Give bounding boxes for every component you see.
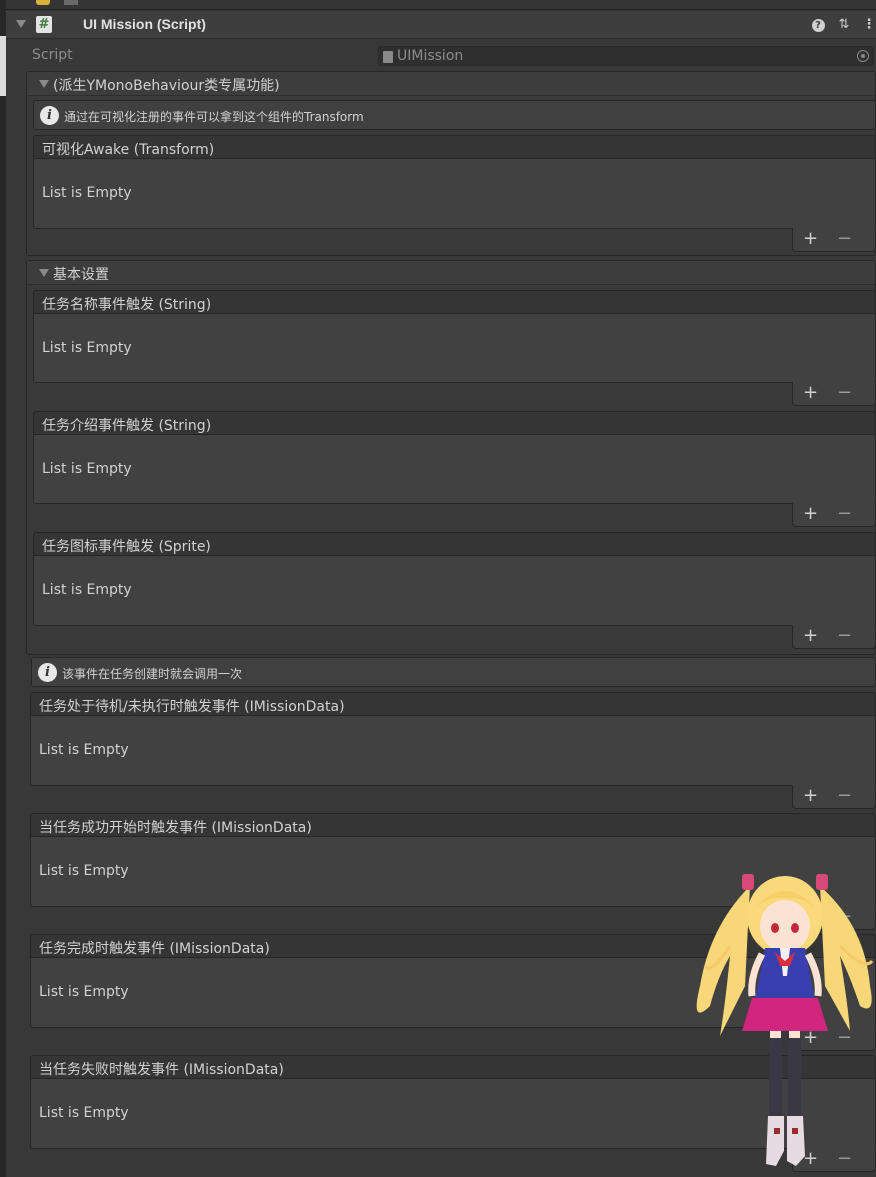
previous-component-strip (6, 0, 876, 10)
help-icon[interactable]: ? (810, 17, 826, 33)
event-list-header: 任务介绍事件触发 (String) (33, 411, 876, 435)
event-list-header: 任务完成时触发事件 (IMissionData) (30, 934, 876, 958)
foldout-arrow-icon[interactable] (16, 20, 26, 28)
help-text: 通过在可视化注册的事件可以拿到这个组件的Transform (64, 110, 364, 124)
empty-list-text: List is Empty (39, 1105, 129, 1121)
empty-list-text: List is Empty (42, 582, 132, 598)
info-icon: i (38, 663, 57, 682)
event-list-body: List is Empty (30, 1079, 876, 1149)
add-item-button[interactable]: + (803, 503, 818, 524)
script-file-icon (383, 51, 393, 63)
component-icon (36, 0, 50, 5)
empty-list-text: List is Empty (42, 461, 132, 477)
empty-list-text: List is Empty (39, 742, 129, 758)
group-ymonobehaviour: (派生YMonoBehaviour类专属功能) i 通过在可视化注册的事件可以拿… (26, 71, 876, 256)
add-item-button[interactable]: + (803, 906, 818, 927)
event-title: 当任务成功开始时触发事件 (IMissionData) (39, 820, 312, 836)
event-list-footer: + − (792, 906, 876, 930)
script-field-row: Script UIMission (26, 45, 876, 67)
event-list-body: List is Empty (30, 958, 876, 1028)
event-list-header: 当任务失败时触发事件 (IMissionData) (30, 1055, 876, 1079)
event-list-header: 任务处于待机/未执行时触发事件 (IMissionData) (30, 692, 876, 716)
group-title: (派生YMonoBehaviour类专属功能) (53, 78, 280, 94)
info-icon: i (40, 106, 59, 125)
remove-item-button[interactable]: − (837, 228, 852, 249)
event-list-footer: + − (792, 1027, 876, 1051)
foldout-arrow-icon[interactable] (39, 269, 49, 277)
event-list-body: List is Empty (33, 159, 876, 229)
empty-list-text: List is Empty (39, 863, 129, 879)
event-list-header: 任务名称事件触发 (String) (33, 290, 876, 314)
add-item-button[interactable]: + (803, 1148, 818, 1169)
event-title: 任务处于待机/未执行时触发事件 (IMissionData) (39, 699, 345, 715)
add-item-button[interactable]: + (803, 625, 818, 646)
add-item-button[interactable]: + (803, 1027, 818, 1048)
component-toggle (64, 0, 78, 5)
help-box: i 通过在可视化注册的事件可以拿到这个组件的Transform (33, 100, 876, 130)
event-list-header: 可视化Awake (Transform) (33, 135, 876, 159)
add-item-button[interactable]: + (803, 228, 818, 249)
remove-item-button[interactable]: − (837, 382, 852, 403)
add-item-button[interactable]: + (803, 785, 818, 806)
component-header[interactable]: # UI Mission (Script) ? ⇅ ⋮ (6, 11, 876, 39)
event-list-footer: + − (792, 382, 876, 406)
object-picker-icon[interactable] (857, 50, 869, 62)
foldout-arrow-icon[interactable] (39, 80, 49, 88)
group-title: 基本设置 (53, 267, 109, 283)
remove-item-button[interactable]: − (837, 625, 852, 646)
script-label: Script (32, 47, 73, 63)
event-list-footer: + − (792, 1148, 876, 1172)
more-icon[interactable]: ⋮ (861, 17, 876, 33)
event-title: 任务完成时触发事件 (IMissionData) (39, 941, 270, 957)
csharp-script-icon: # (36, 16, 52, 33)
event-list-header: 当任务成功开始时触发事件 (IMissionData) (30, 813, 876, 837)
remove-item-button[interactable]: − (837, 785, 852, 806)
script-field-value: UIMission (397, 48, 464, 64)
event-list-footer: + − (792, 228, 876, 252)
event-list-footer: + − (792, 785, 876, 809)
panel-edge-highlight (0, 36, 6, 96)
remove-item-button[interactable]: − (837, 503, 852, 524)
event-title: 当任务失败时触发事件 (IMissionData) (39, 1062, 284, 1078)
group-basic-settings: 基本设置 任务名称事件触发 (String) List is Empty + −… (26, 260, 876, 655)
event-list-body: List is Empty (30, 716, 876, 786)
event-title: 任务名称事件触发 (String) (42, 297, 212, 313)
preset-icon[interactable]: ⇅ (836, 17, 852, 33)
event-title: 任务图标事件触发 (Sprite) (42, 539, 211, 555)
event-list-body: List is Empty (33, 314, 876, 383)
add-item-button[interactable]: + (803, 382, 818, 403)
event-title: 可视化Awake (Transform) (42, 142, 215, 158)
remove-item-button[interactable]: − (837, 906, 852, 927)
script-object-field[interactable]: UIMission (378, 46, 874, 66)
empty-list-text: List is Empty (42, 340, 132, 356)
event-list-footer: + − (792, 625, 876, 649)
group-header[interactable]: 基本设置 (27, 261, 875, 285)
left-panel-edge (0, 0, 6, 1177)
event-list-body: List is Empty (33, 556, 876, 626)
remove-item-button[interactable]: − (837, 1027, 852, 1048)
event-list-footer: + − (792, 503, 876, 527)
event-list-body: List is Empty (30, 837, 876, 907)
group-header[interactable]: (派生YMonoBehaviour类专属功能) (27, 72, 875, 96)
help-text: 该事件在任务创建时就会调用一次 (62, 667, 243, 681)
event-list-body: List is Empty (33, 435, 876, 504)
remove-item-button[interactable]: − (837, 1148, 852, 1169)
empty-list-text: List is Empty (39, 984, 129, 1000)
component-title: UI Mission (Script) (83, 16, 206, 32)
help-box: i 该事件在任务创建时就会调用一次 (31, 657, 876, 687)
empty-list-text: List is Empty (42, 185, 132, 201)
event-title: 任务介绍事件触发 (String) (42, 418, 212, 434)
event-list-header: 任务图标事件触发 (Sprite) (33, 532, 876, 556)
